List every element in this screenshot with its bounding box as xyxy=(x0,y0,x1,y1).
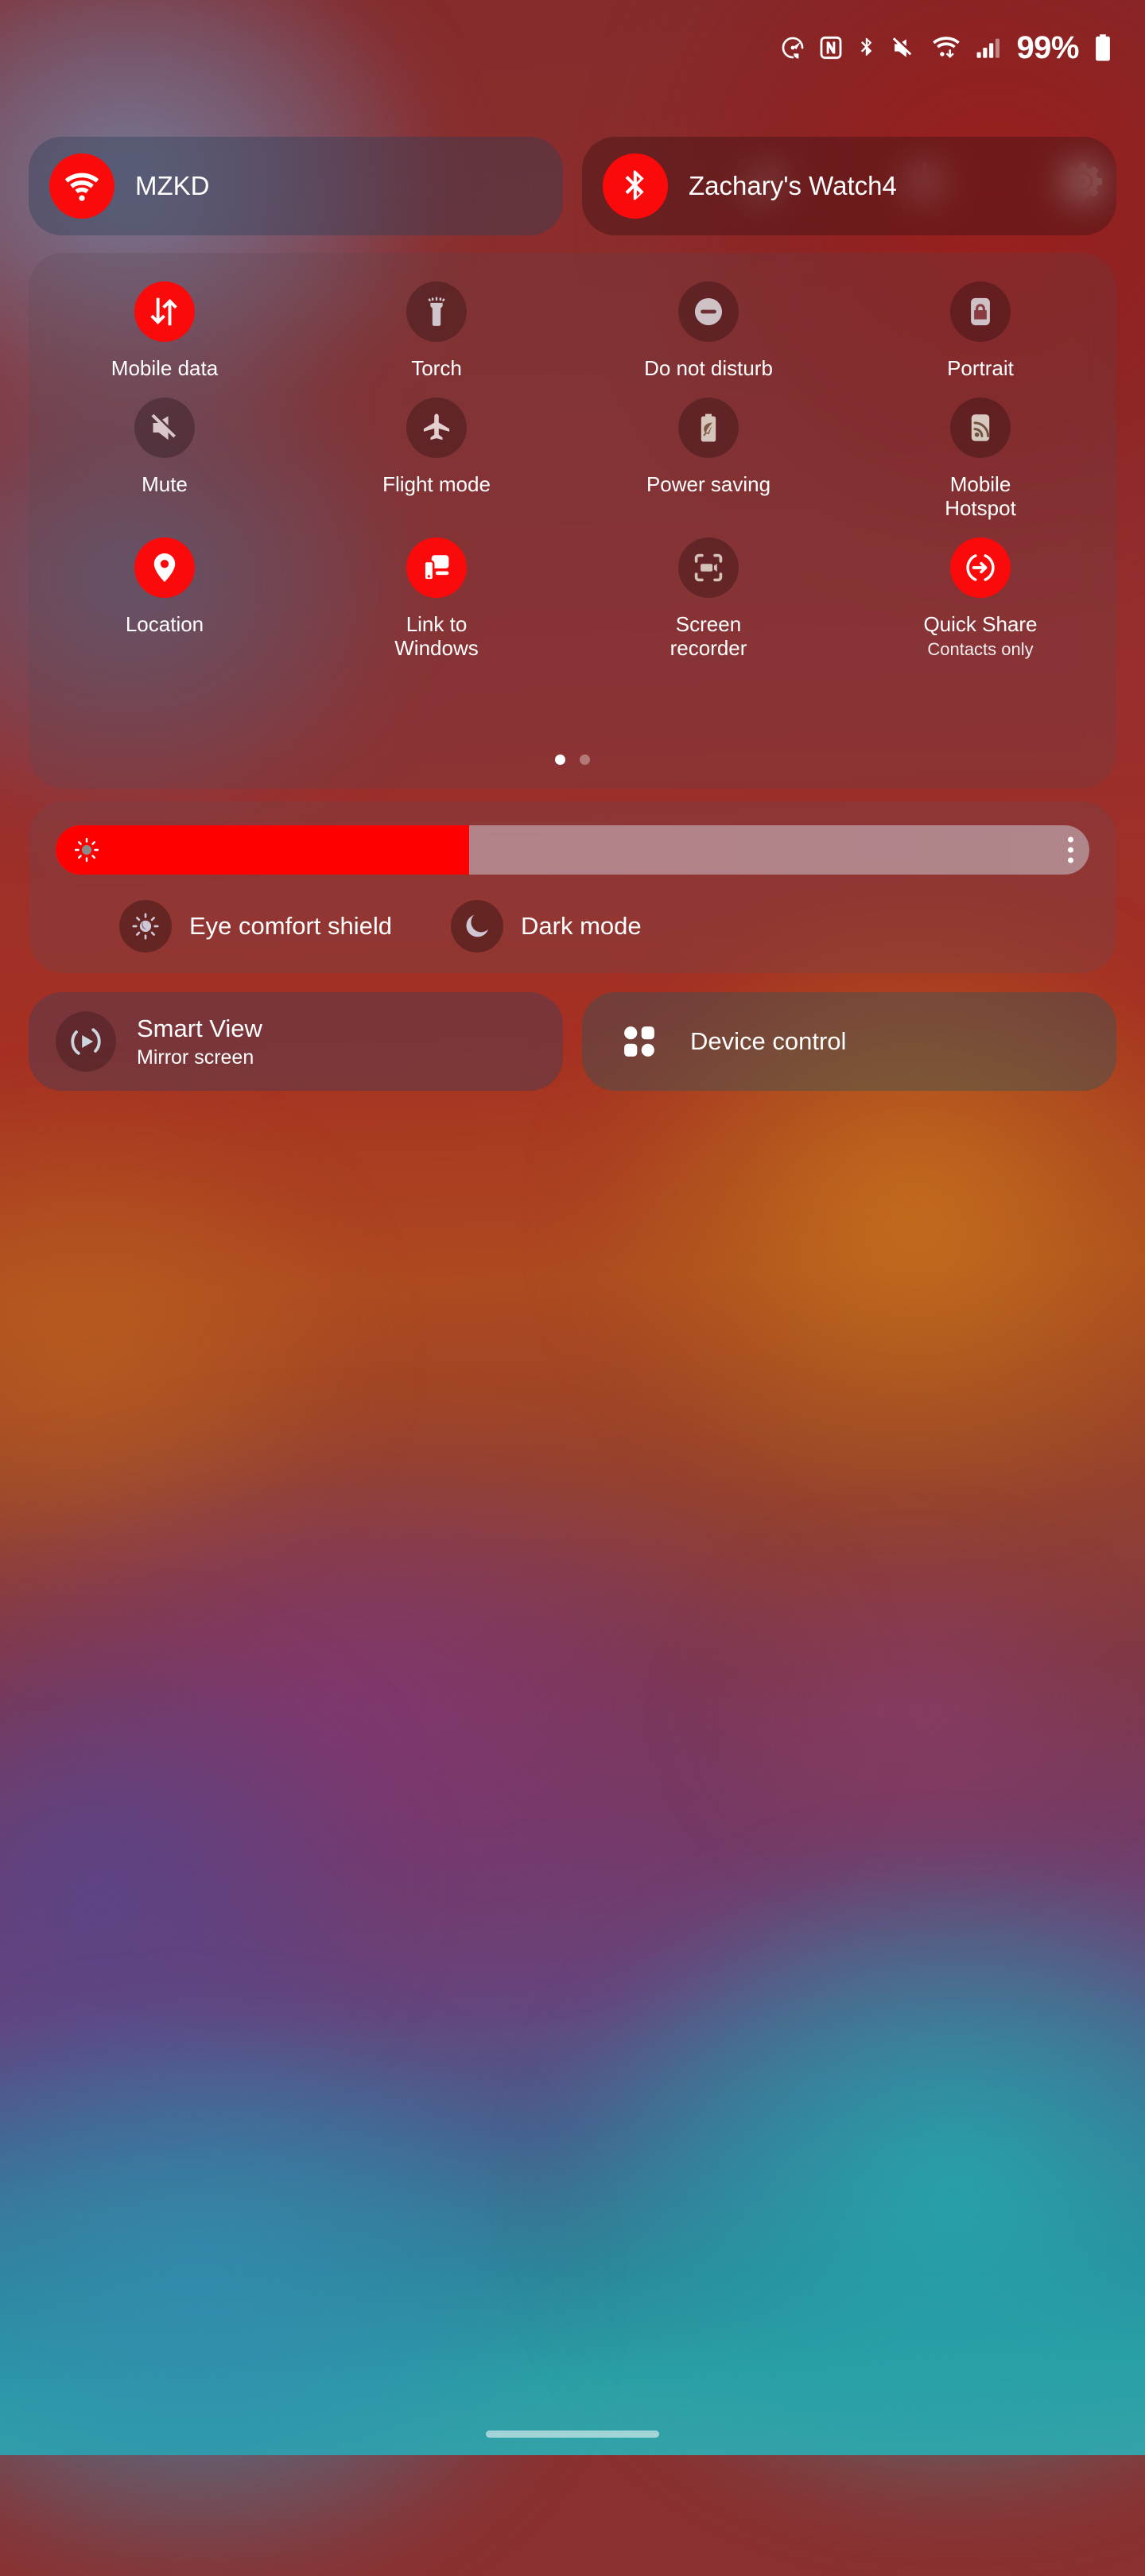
toggle-torch[interactable]: Torch xyxy=(301,281,572,380)
toggle-mobile-hotspot[interactable]: Mobile Hotspot xyxy=(844,398,1116,520)
battery-full-icon xyxy=(1093,33,1113,63)
device-control-icon xyxy=(609,1011,670,1072)
connection-tiles: MZKD Zachary's Watch4 xyxy=(29,137,1116,235)
device-control-text: Device control xyxy=(690,1027,846,1056)
device-control-title: Device control xyxy=(690,1027,847,1055)
rotation-lock-icon xyxy=(950,281,1011,342)
toggle-label: Link to Windows xyxy=(394,612,479,660)
sun-icon xyxy=(73,836,100,863)
signal-icon xyxy=(974,34,1001,61)
bluetooth-icon xyxy=(603,153,668,219)
speaker-mute-icon xyxy=(134,398,195,458)
device-control-tile[interactable]: Device control xyxy=(582,992,1116,1091)
quick-settings-panel: 99% MZKD Zachary's Watch4 Mobile data To… xyxy=(0,0,1145,2455)
eye-comfort-icon xyxy=(119,900,172,952)
toggle-label: Mobile Hotspot xyxy=(945,472,1016,520)
brightness-slider[interactable] xyxy=(56,825,1089,875)
link-windows-icon xyxy=(406,537,467,598)
battery-percent: 99% xyxy=(1016,29,1079,65)
minus-circle-icon xyxy=(678,281,739,342)
toggle-location[interactable]: Location xyxy=(29,537,301,660)
toggle-label: Do not disturb xyxy=(644,356,773,380)
wifi-tile-label: MZKD xyxy=(135,171,210,200)
toggle-label: Location xyxy=(125,612,204,636)
brightness-slider-fill xyxy=(56,825,469,875)
display-mode-row: Eye comfort shield Dark mode xyxy=(29,895,1116,957)
toggle-link-to-windows[interactable]: Link to Windows xyxy=(301,537,572,660)
screen-record-icon xyxy=(678,537,739,598)
toggle-mute[interactable]: Mute xyxy=(29,398,301,520)
smart-view-tile[interactable]: Smart View Mirror screen xyxy=(29,992,563,1091)
page-dot-2[interactable] xyxy=(580,755,590,765)
battery-leaf-icon xyxy=(678,398,739,458)
toggle-label: Quick Share xyxy=(923,612,1038,636)
toggle-label: Torch xyxy=(411,356,462,380)
map-pin-icon xyxy=(134,537,195,598)
toggle-sublabel: Contacts only xyxy=(927,639,1034,659)
page-dot-1[interactable] xyxy=(555,755,565,765)
toggles-card: Mobile data Torch Do not disturb Portrai… xyxy=(29,253,1116,789)
more-vertical-icon[interactable] xyxy=(1068,836,1073,863)
flashlight-icon xyxy=(406,281,467,342)
smart-view-title: Smart View xyxy=(137,1014,262,1042)
toggle-flight-mode[interactable]: Flight mode xyxy=(301,398,572,520)
wifi-icon xyxy=(49,153,114,219)
mute-icon xyxy=(890,34,918,61)
data-arrows-icon xyxy=(134,281,195,342)
toggle-power-saving[interactable]: Power saving xyxy=(572,398,844,520)
bottom-tiles: Smart View Mirror screen Device control xyxy=(29,992,1116,1091)
toggle-label: Portrait xyxy=(947,356,1014,380)
home-indicator[interactable] xyxy=(486,2431,659,2438)
wifi-tile[interactable]: MZKD xyxy=(29,137,563,235)
status-bar: 99% xyxy=(0,0,1145,95)
page-indicator[interactable] xyxy=(29,755,1116,765)
smart-view-text: Smart View Mirror screen xyxy=(137,1014,262,1069)
quick-share-icon xyxy=(950,537,1011,598)
bluetooth-tile[interactable]: Zachary's Watch4 xyxy=(582,137,1116,235)
wifi-icon xyxy=(930,33,962,62)
eye-comfort-shield-button[interactable]: Eye comfort shield xyxy=(119,900,392,952)
data-saver-icon xyxy=(779,34,806,61)
toggle-quick-share[interactable]: Quick Share Contacts only xyxy=(844,537,1116,660)
nfc-icon xyxy=(818,34,844,61)
moon-icon xyxy=(451,900,503,952)
toggle-label: Mute xyxy=(142,472,188,496)
toggle-mobile-data[interactable]: Mobile data xyxy=(29,281,301,380)
toggle-label: Mobile data xyxy=(111,356,219,380)
toggle-portrait[interactable]: Portrait xyxy=(844,281,1116,380)
airplane-icon xyxy=(406,398,467,458)
bluetooth-icon xyxy=(856,33,878,62)
toggle-do-not-disturb[interactable]: Do not disturb xyxy=(572,281,844,380)
brightness-card: Eye comfort shield Dark mode xyxy=(29,801,1116,973)
hotspot-icon xyxy=(950,398,1011,458)
toggles-grid: Mobile data Torch Do not disturb Portrai… xyxy=(29,281,1116,660)
toggle-screen-recorder[interactable]: Screen recorder xyxy=(572,537,844,660)
toggle-label: Screen recorder xyxy=(670,612,747,660)
eye-comfort-shield-label: Eye comfort shield xyxy=(189,912,392,940)
toggle-label: Flight mode xyxy=(382,472,491,496)
smart-view-icon xyxy=(56,1011,116,1072)
dark-mode-label: Dark mode xyxy=(521,912,642,940)
smart-view-subtitle: Mirror screen xyxy=(137,1046,254,1069)
toggle-label: Power saving xyxy=(646,472,771,496)
bluetooth-tile-label: Zachary's Watch4 xyxy=(689,171,897,200)
dark-mode-button[interactable]: Dark mode xyxy=(451,900,642,952)
